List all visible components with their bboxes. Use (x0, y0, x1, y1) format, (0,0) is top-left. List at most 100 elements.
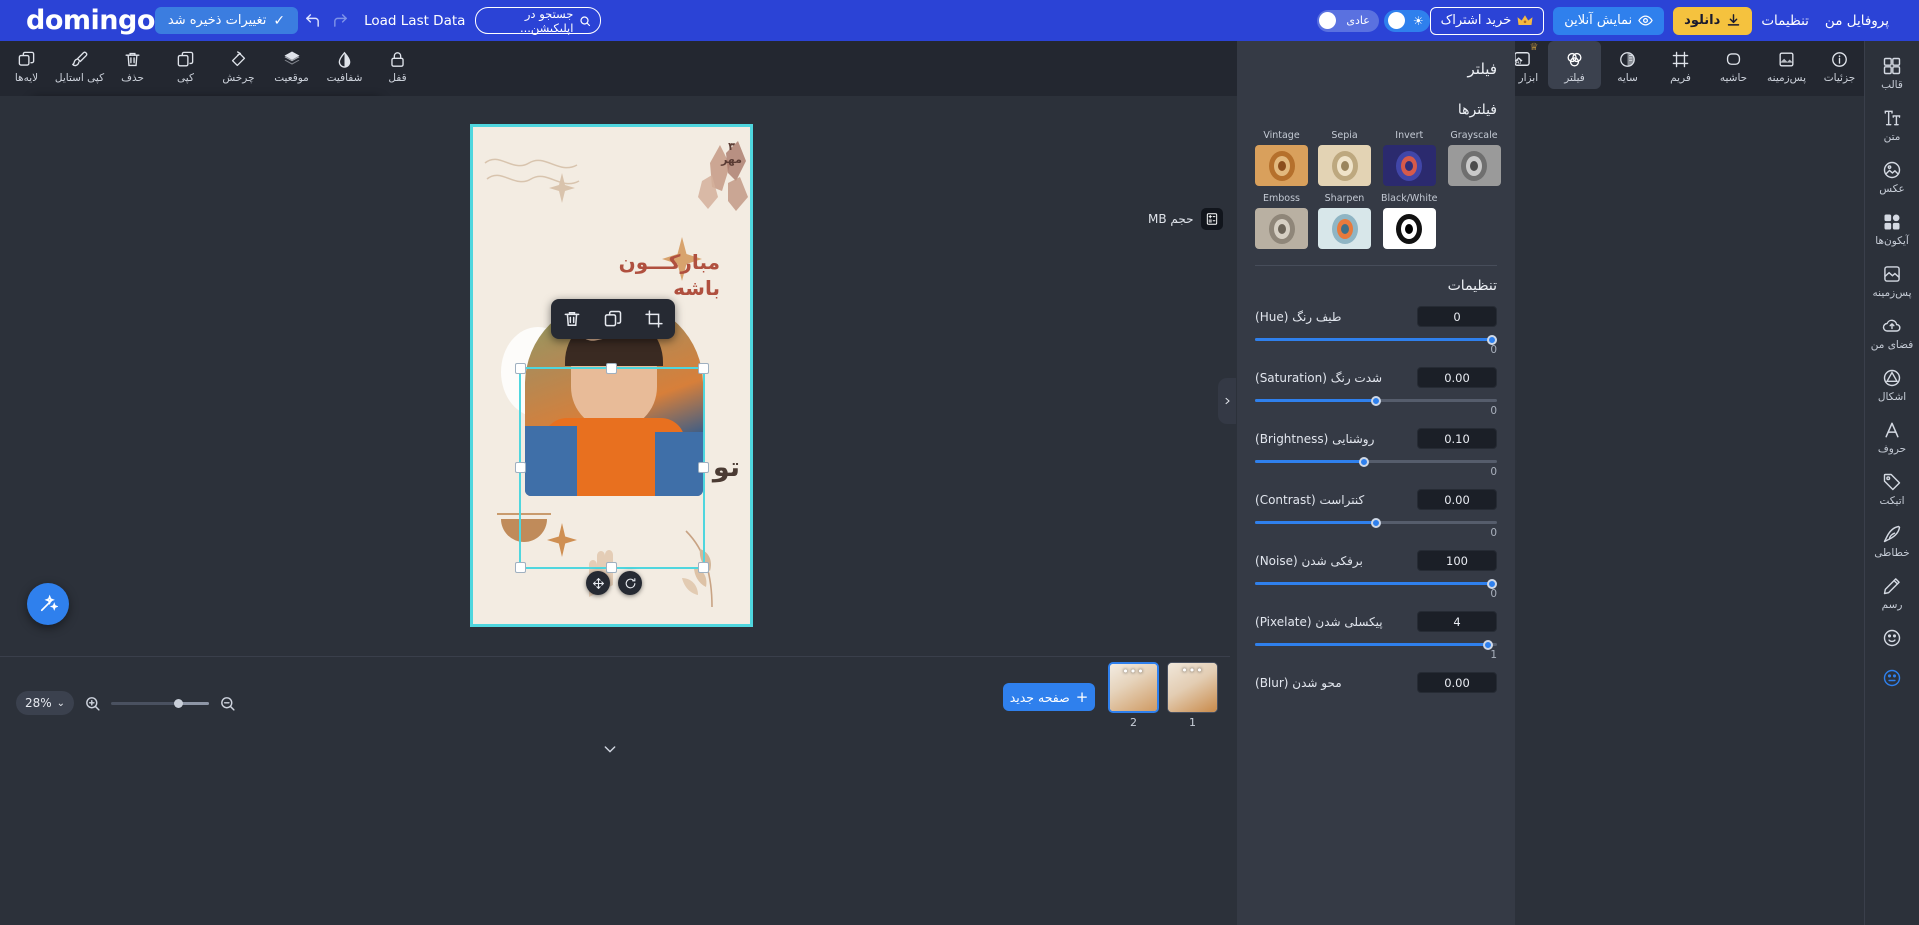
slider-value[interactable]: 0.00 (1417, 672, 1497, 693)
undo-button[interactable] (298, 7, 326, 35)
resize-handle-bottom-left[interactable] (515, 562, 526, 573)
slider-value[interactable]: 0.00 (1417, 489, 1497, 510)
canvas-area[interactable]: ۳ مهر مبارکـــون باشه تو حجم MB (0, 96, 1230, 753)
slider-min-label: 0 (1490, 527, 1497, 539)
tool-lock[interactable]: قفل (371, 41, 424, 89)
preset-emboss[interactable]: Emboss (1255, 193, 1308, 249)
resize-handle-middle-right[interactable] (698, 462, 709, 473)
brand-logo[interactable]: domingo (26, 5, 155, 36)
online-preview-button[interactable]: نمایش آنلاین (1553, 6, 1665, 35)
slider-track[interactable] (1255, 334, 1497, 345)
slider-value[interactable]: 0 (1417, 306, 1497, 327)
slider-track[interactable] (1255, 456, 1497, 467)
slider-track[interactable] (1255, 639, 1497, 650)
preset-invert[interactable]: Invert (1381, 130, 1438, 186)
slider-knob[interactable] (1487, 334, 1497, 345)
zoom-slider[interactable] (111, 698, 210, 708)
preset-black-white[interactable]: Black/White (1381, 193, 1438, 249)
rail-item-shapes[interactable]: اشکال (1865, 367, 1919, 403)
tool-layers[interactable]: لایه‌ها (0, 41, 53, 89)
scroll-down-chevron-icon[interactable] (602, 741, 618, 761)
redo-button[interactable] (326, 7, 354, 35)
tool-opacity[interactable]: شفافیت (318, 41, 371, 89)
slider-value[interactable]: 100 (1417, 550, 1497, 571)
selection-frame[interactable] (515, 363, 709, 573)
tool-position[interactable]: موقعیت (265, 41, 318, 89)
artwork-line-2: باشه (673, 276, 720, 300)
panel-collapse-toggle[interactable] (1218, 378, 1236, 424)
rail-item-emoji-alt[interactable] (1865, 667, 1919, 691)
rail-item-icons[interactable]: آیکون‌ها (1865, 211, 1919, 247)
tool-background[interactable]: پس‌زمینه (1760, 41, 1813, 89)
page-thumbnails: ••• 1 ••• 2 (1108, 662, 1218, 729)
rail-item-template[interactable]: قالب (1865, 55, 1919, 91)
tool-border[interactable]: حاشیه (1707, 41, 1760, 89)
download-button[interactable]: دانلود (1673, 6, 1753, 35)
search-box[interactable]: جستجو در اپلیکیشن... (475, 7, 602, 35)
slider-knob[interactable] (1371, 395, 1381, 406)
tool-frame[interactable]: فریم (1654, 41, 1707, 89)
slider-track[interactable] (1255, 578, 1497, 589)
rail-item-tag[interactable]: اتیکت (1865, 471, 1919, 507)
mode-toggle-normal[interactable]: عادی (1317, 9, 1379, 32)
load-last-data-button[interactable]: Load Last Data (364, 13, 465, 29)
preset-grayscale[interactable]: Grayscale (1447, 130, 1501, 186)
resize-handle-top-right[interactable] (698, 363, 709, 374)
rail-item-calligraphy[interactable]: خطاطی (1865, 523, 1919, 559)
theme-toggle-light[interactable]: ☀ (1383, 9, 1430, 32)
settings-link[interactable]: تنظیمات (1761, 13, 1809, 29)
thumb-menu-icon[interactable]: ••• (1181, 665, 1203, 676)
slider-knob[interactable] (1482, 639, 1493, 650)
size-badge-label: حجم MB (1148, 212, 1194, 226)
zoom-slider-fill (180, 701, 210, 705)
resize-handle-bottom-right[interactable] (698, 562, 709, 573)
delete-icon[interactable] (562, 309, 582, 329)
magic-wand-button[interactable] (27, 583, 69, 625)
tool-filter[interactable]: فیلتر (1548, 41, 1601, 89)
zoom-in-button[interactable] (84, 695, 101, 712)
zoom-out-button[interactable] (219, 695, 236, 712)
rail-item-letters[interactable]: حروف (1865, 419, 1919, 455)
thumb-menu-icon[interactable]: ••• (1122, 666, 1144, 677)
rail-item-emoji[interactable] (1865, 627, 1919, 651)
new-page-button[interactable]: صفحه جدید + (1003, 683, 1095, 711)
slider-value[interactable]: 0.00 (1417, 367, 1497, 388)
slider-knob[interactable] (1358, 456, 1369, 467)
slider-label: محو شدن (Blur) (1255, 675, 1342, 690)
artwork-line-1: مبارکـــون (618, 250, 720, 274)
page-thumbnail[interactable]: ••• (1108, 662, 1159, 713)
tool-copy-style[interactable]: کپی استایل (53, 41, 106, 89)
rail-item-draw[interactable]: رسم (1865, 575, 1919, 611)
profile-link[interactable]: پروفایل من (1825, 13, 1889, 29)
tool-shadow[interactable]: سایه (1601, 41, 1654, 89)
tool-copy[interactable]: کپی (159, 41, 212, 89)
preset-sepia[interactable]: Sepia (1318, 130, 1371, 186)
slider-value[interactable]: 4 (1417, 611, 1497, 632)
resize-handle-top-center[interactable] (606, 363, 617, 374)
rail-item-my-space[interactable]: فضای من (1865, 315, 1919, 351)
zoom-level-pill[interactable]: 28% ⌄ (16, 691, 75, 715)
slider-value[interactable]: 0.10 (1417, 428, 1497, 449)
rotate-handle-icon[interactable] (618, 571, 642, 595)
slider-track[interactable] (1255, 395, 1497, 406)
page-thumbnail[interactable]: ••• (1167, 662, 1218, 713)
slider-knob[interactable] (1371, 517, 1381, 528)
resize-handle-middle-left[interactable] (515, 462, 526, 473)
preset-vintage[interactable]: Vintage (1255, 130, 1308, 186)
slider-knob[interactable] (1487, 578, 1497, 589)
duplicate-icon[interactable] (603, 309, 623, 329)
move-handle-icon[interactable] (586, 571, 610, 595)
preset-sharpen[interactable]: Sharpen (1318, 193, 1371, 249)
tool-delete[interactable]: حذف (106, 41, 159, 89)
size-badge[interactable]: حجم MB (1148, 208, 1223, 230)
subscribe-button[interactable]: خرید اشتراک (1429, 6, 1545, 35)
resize-handle-top-left[interactable] (515, 363, 526, 374)
rail-item-image[interactable]: عکس (1865, 159, 1919, 195)
zoom-slider-knob[interactable] (174, 698, 184, 708)
tool-rotate[interactable]: چرخش (212, 41, 265, 89)
tool-details[interactable]: جزئیات (1813, 41, 1866, 89)
rail-item-text[interactable]: متن (1865, 107, 1919, 143)
rail-item-background[interactable]: پس‌زمینه (1865, 263, 1919, 299)
crop-icon[interactable] (644, 309, 664, 329)
slider-track[interactable] (1255, 517, 1497, 528)
